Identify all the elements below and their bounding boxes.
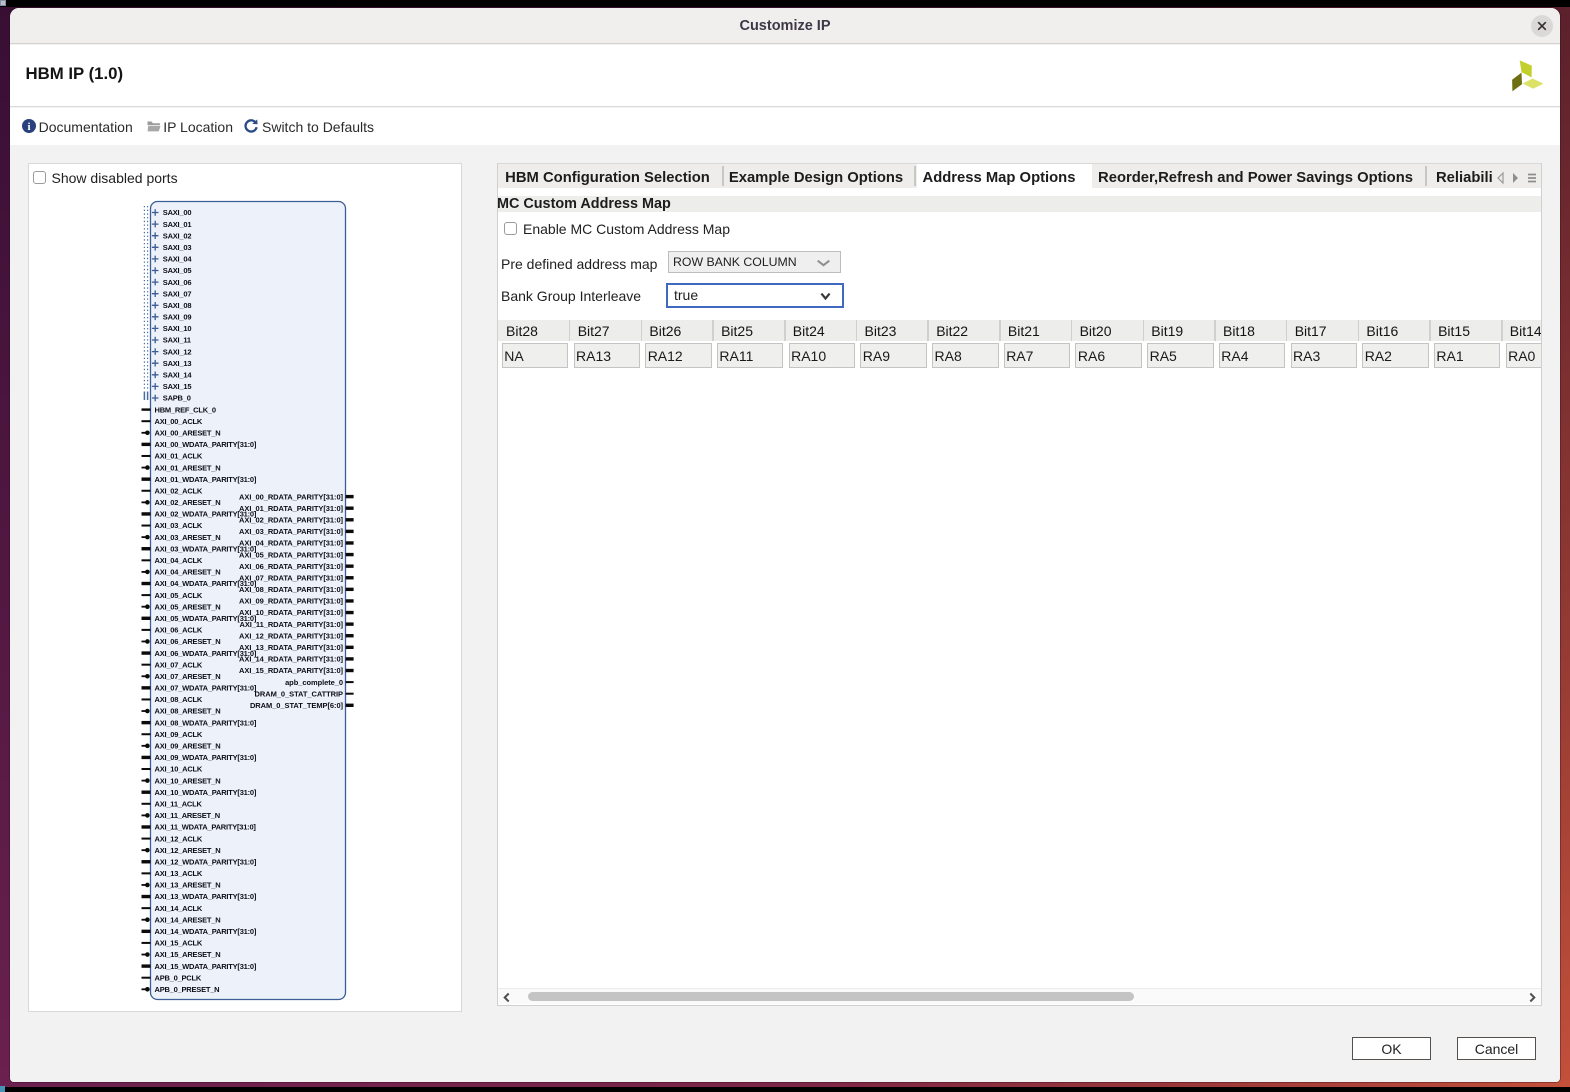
svg-text:AXI_03_RDATA_PARITY[31:0]: AXI_03_RDATA_PARITY[31:0]: [239, 527, 344, 536]
svg-text:AXI_05_ARESET_N: AXI_05_ARESET_N: [155, 602, 221, 611]
svg-text:AXI_09_ARESET_N: AXI_09_ARESET_N: [155, 742, 221, 751]
svg-text:AXI_12_ACLK: AXI_12_ACLK: [155, 834, 203, 843]
svg-text:AXI_06_ARESET_N: AXI_06_ARESET_N: [155, 637, 221, 646]
svg-text:AXI_03_ACLK: AXI_03_ACLK: [155, 521, 203, 530]
svg-text:AXI_02_RDATA_PARITY[31:0]: AXI_02_RDATA_PARITY[31:0]: [239, 516, 344, 525]
svg-text:AXI_15_WDATA_PARITY[31:0]: AXI_15_WDATA_PARITY[31:0]: [155, 962, 257, 971]
svg-text:AXI_12_WDATA_PARITY[31:0]: AXI_12_WDATA_PARITY[31:0]: [155, 858, 257, 867]
svg-text:AXI_09_RDATA_PARITY[31:0]: AXI_09_RDATA_PARITY[31:0]: [239, 597, 344, 606]
svg-text:SAXI_05: SAXI_05: [163, 266, 192, 275]
svg-text:AXI_01_RDATA_PARITY[31:0]: AXI_01_RDATA_PARITY[31:0]: [239, 504, 344, 513]
svg-text:AXI_03_ARESET_N: AXI_03_ARESET_N: [155, 533, 221, 542]
svg-text:APB_0_PCLK: APB_0_PCLK: [155, 973, 202, 982]
svg-text:AXI_14_ARESET_N: AXI_14_ARESET_N: [155, 915, 221, 924]
svg-text:AXI_08_WDATA_PARITY[31:0]: AXI_08_WDATA_PARITY[31:0]: [155, 718, 257, 727]
svg-text:DRAM_0_STAT_CATTRIP: DRAM_0_STAT_CATTRIP: [255, 689, 344, 698]
svg-text:SAXI_14: SAXI_14: [163, 371, 193, 380]
svg-text:AXI_10_WDATA_PARITY[31:0]: AXI_10_WDATA_PARITY[31:0]: [155, 788, 257, 797]
svg-text:AXI_12_RDATA_PARITY[31:0]: AXI_12_RDATA_PARITY[31:0]: [239, 631, 344, 640]
svg-text:DRAM_0_STAT_TEMP[6:0]: DRAM_0_STAT_TEMP[6:0]: [250, 701, 344, 710]
svg-text:AXI_06_RDATA_PARITY[31:0]: AXI_06_RDATA_PARITY[31:0]: [239, 562, 344, 571]
svg-text:AXI_05_RDATA_PARITY[31:0]: AXI_05_RDATA_PARITY[31:0]: [239, 550, 344, 559]
svg-text:AXI_11_ACLK: AXI_11_ACLK: [155, 800, 203, 809]
svg-text:SAXI_01: SAXI_01: [163, 220, 192, 229]
svg-text:SAXI_15: SAXI_15: [163, 382, 192, 391]
svg-text:AXI_07_RDATA_PARITY[31:0]: AXI_07_RDATA_PARITY[31:0]: [239, 574, 344, 583]
svg-text:AXI_12_ARESET_N: AXI_12_ARESET_N: [155, 846, 221, 855]
svg-text:AXI_11_WDATA_PARITY[31:0]: AXI_11_WDATA_PARITY[31:0]: [155, 823, 257, 832]
svg-text:AXI_10_ARESET_N: AXI_10_ARESET_N: [155, 776, 221, 785]
svg-text:SAXI_03: SAXI_03: [163, 243, 192, 252]
svg-text:apb_complete_0: apb_complete_0: [285, 678, 343, 687]
svg-text:AXI_14_RDATA_PARITY[31:0]: AXI_14_RDATA_PARITY[31:0]: [239, 655, 344, 664]
svg-text:AXI_00_RDATA_PARITY[31:0]: AXI_00_RDATA_PARITY[31:0]: [239, 492, 344, 501]
svg-text:SAXI_12: SAXI_12: [163, 347, 192, 356]
svg-text:AXI_02_ACLK: AXI_02_ACLK: [155, 487, 203, 496]
svg-text:AXI_13_ARESET_N: AXI_13_ARESET_N: [155, 881, 221, 890]
svg-text:AXI_10_ACLK: AXI_10_ACLK: [155, 765, 203, 774]
svg-text:AXI_01_ARESET_N: AXI_01_ARESET_N: [155, 463, 221, 472]
svg-text:AXI_09_WDATA_PARITY[31:0]: AXI_09_WDATA_PARITY[31:0]: [155, 753, 257, 762]
svg-text:SAXI_09: SAXI_09: [163, 313, 192, 322]
svg-text:AXI_05_ACLK: AXI_05_ACLK: [155, 591, 203, 600]
svg-text:AXI_15_RDATA_PARITY[31:0]: AXI_15_RDATA_PARITY[31:0]: [239, 666, 344, 675]
svg-text:SAXI_06: SAXI_06: [163, 278, 192, 287]
svg-text:AXI_15_ACLK: AXI_15_ACLK: [155, 939, 203, 948]
svg-text:APB_0_PRESET_N: APB_0_PRESET_N: [155, 985, 220, 994]
svg-text:AXI_04_RDATA_PARITY[31:0]: AXI_04_RDATA_PARITY[31:0]: [239, 539, 344, 548]
svg-text:AXI_01_ACLK: AXI_01_ACLK: [155, 452, 203, 461]
svg-text:AXI_14_ACLK: AXI_14_ACLK: [155, 904, 203, 913]
svg-text:AXI_15_ARESET_N: AXI_15_ARESET_N: [155, 950, 221, 959]
svg-text:SAXI_04: SAXI_04: [163, 255, 193, 264]
svg-text:AXI_11_ARESET_N: AXI_11_ARESET_N: [155, 811, 220, 820]
svg-text:SAXI_13: SAXI_13: [163, 359, 192, 368]
svg-text:AXI_08_RDATA_PARITY[31:0]: AXI_08_RDATA_PARITY[31:0]: [239, 585, 344, 594]
svg-text:AXI_04_ACLK: AXI_04_ACLK: [155, 556, 203, 565]
svg-text:AXI_09_ACLK: AXI_09_ACLK: [155, 730, 203, 739]
svg-text:AXI_10_RDATA_PARITY[31:0]: AXI_10_RDATA_PARITY[31:0]: [239, 608, 344, 617]
svg-text:SAXI_11: SAXI_11: [163, 336, 191, 345]
svg-text:AXI_01_WDATA_PARITY[31:0]: AXI_01_WDATA_PARITY[31:0]: [155, 475, 257, 484]
svg-text:AXI_07_WDATA_PARITY[31:0]: AXI_07_WDATA_PARITY[31:0]: [155, 684, 257, 693]
svg-text:AXI_13_RDATA_PARITY[31:0]: AXI_13_RDATA_PARITY[31:0]: [239, 643, 344, 652]
svg-text:i: i: [27, 121, 30, 133]
svg-text:SAXI_08: SAXI_08: [163, 301, 192, 310]
svg-text:AXI_00_WDATA_PARITY[31:0]: AXI_00_WDATA_PARITY[31:0]: [155, 440, 257, 449]
svg-text:SAXI_00: SAXI_00: [163, 208, 192, 217]
svg-text:AXI_04_ARESET_N: AXI_04_ARESET_N: [155, 568, 221, 577]
svg-text:AXI_07_ACLK: AXI_07_ACLK: [155, 660, 203, 669]
svg-text:SAXI_07: SAXI_07: [163, 289, 192, 298]
svg-text:AXI_13_WDATA_PARITY[31:0]: AXI_13_WDATA_PARITY[31:0]: [155, 892, 257, 901]
svg-text:AXI_07_ARESET_N: AXI_07_ARESET_N: [155, 672, 221, 681]
svg-text:AXI_02_ARESET_N: AXI_02_ARESET_N: [155, 498, 221, 507]
svg-text:HBM_REF_CLK_0: HBM_REF_CLK_0: [155, 405, 216, 414]
svg-text:AXI_08_ACLK: AXI_08_ACLK: [155, 695, 203, 704]
svg-text:AXI_08_ARESET_N: AXI_08_ARESET_N: [155, 707, 221, 716]
svg-text:AXI_00_ARESET_N: AXI_00_ARESET_N: [155, 429, 221, 438]
svg-text:SAXI_10: SAXI_10: [163, 324, 192, 333]
svg-text:SAPB_0: SAPB_0: [163, 394, 191, 403]
svg-text:AXI_00_ACLK: AXI_00_ACLK: [155, 417, 203, 426]
svg-text:SAXI_02: SAXI_02: [163, 231, 192, 240]
svg-text:AXI_11_RDATA_PARITY[31:0]: AXI_11_RDATA_PARITY[31:0]: [239, 620, 343, 629]
svg-text:AXI_14_WDATA_PARITY[31:0]: AXI_14_WDATA_PARITY[31:0]: [155, 927, 257, 936]
svg-text:AXI_13_ACLK: AXI_13_ACLK: [155, 869, 203, 878]
svg-text:AXI_06_ACLK: AXI_06_ACLK: [155, 626, 203, 635]
